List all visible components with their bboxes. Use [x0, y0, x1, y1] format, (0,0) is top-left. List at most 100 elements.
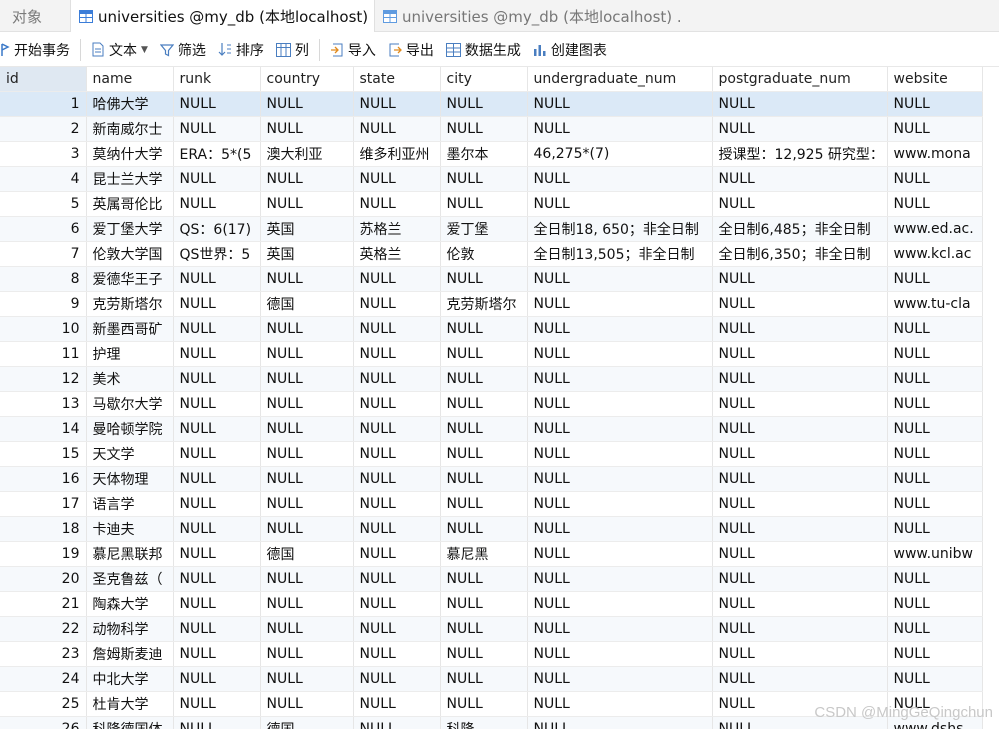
cell-name[interactable]: 爱丁堡大学: [86, 216, 174, 242]
cell-state[interactable]: NULL: [353, 166, 441, 192]
cell-undergraduate-num[interactable]: NULL: [527, 266, 713, 292]
cell-postgraduate-num[interactable]: 全日制6,350；非全日制: [712, 241, 888, 267]
cell-state[interactable]: NULL: [353, 191, 441, 217]
cell-id[interactable]: 2: [0, 116, 87, 142]
sort-button[interactable]: 排序: [212, 36, 270, 64]
cell-undergraduate-num[interactable]: NULL: [527, 291, 713, 317]
table-row[interactable]: 21 陶森大学 NULL NULL NULL NULL NULL NULL NULL: [0, 591, 983, 617]
cell-website[interactable]: NULL: [887, 166, 983, 192]
cell-country[interactable]: NULL: [260, 641, 354, 667]
table-row[interactable]: 23 詹姆斯麦迪 NULL NULL NULL NULL NULL NULL NULL: [0, 641, 983, 667]
cell-undergraduate-num[interactable]: 全日制13,505；非全日制: [527, 241, 713, 267]
table-row[interactable]: 13 马歇尔大学 NULL NULL NULL NULL NULL NULL NULL: [0, 391, 983, 417]
cell-city[interactable]: NULL: [440, 641, 528, 667]
column-header-runk[interactable]: runk: [173, 67, 261, 92]
cell-state[interactable]: NULL: [353, 716, 441, 729]
cell-id[interactable]: 23: [0, 641, 87, 667]
cell-name[interactable]: 天文学: [86, 441, 174, 467]
cell-undergraduate-num[interactable]: NULL: [527, 416, 713, 442]
cell-postgraduate-num[interactable]: NULL: [712, 91, 888, 117]
cell-postgraduate-num[interactable]: NULL: [712, 666, 888, 692]
cell-postgraduate-num[interactable]: NULL: [712, 591, 888, 617]
cell-city[interactable]: 伦敦: [440, 241, 528, 267]
cell-name[interactable]: 天体物理: [86, 466, 174, 492]
cell-id[interactable]: 12: [0, 366, 87, 392]
cell-runk[interactable]: NULL: [173, 91, 261, 117]
cell-name[interactable]: 莫纳什大学: [86, 141, 174, 167]
cell-id[interactable]: 10: [0, 316, 87, 342]
cell-runk[interactable]: NULL: [173, 591, 261, 617]
cell-undergraduate-num[interactable]: NULL: [527, 116, 713, 142]
cell-name[interactable]: 昆士兰大学: [86, 166, 174, 192]
cell-country[interactable]: NULL: [260, 316, 354, 342]
table-row[interactable]: 9 克劳斯塔尔 NULL 德国 NULL 克劳斯塔尔 NULL NULL www.tu-cla: [0, 291, 983, 317]
cell-undergraduate-num[interactable]: NULL: [527, 316, 713, 342]
cell-id[interactable]: 1: [0, 91, 87, 117]
cell-id[interactable]: 5: [0, 191, 87, 217]
cell-postgraduate-num[interactable]: NULL: [712, 191, 888, 217]
cell-name[interactable]: 中北大学: [86, 666, 174, 692]
table-row[interactable]: 8 爱德华王子 NULL NULL NULL NULL NULL NULL NULL: [0, 266, 983, 292]
cell-website[interactable]: NULL: [887, 616, 983, 642]
cell-name[interactable]: 语言学: [86, 491, 174, 517]
cell-undergraduate-num[interactable]: NULL: [527, 591, 713, 617]
cell-website[interactable]: NULL: [887, 466, 983, 492]
table-row[interactable]: 19 慕尼黑联邦 NULL 德国 NULL 慕尼黑 NULL NULL www.unibw: [0, 541, 983, 567]
cell-name[interactable]: 卡迪夫: [86, 516, 174, 542]
cell-country[interactable]: NULL: [260, 166, 354, 192]
cell-postgraduate-num[interactable]: NULL: [712, 641, 888, 667]
cell-id[interactable]: 26: [0, 716, 87, 729]
table-row[interactable]: 15 天文学 NULL NULL NULL NULL NULL NULL NULL: [0, 441, 983, 467]
cell-undergraduate-num[interactable]: NULL: [527, 641, 713, 667]
cell-undergraduate-num[interactable]: NULL: [527, 341, 713, 367]
cell-runk[interactable]: NULL: [173, 266, 261, 292]
cell-runk[interactable]: NULL: [173, 516, 261, 542]
cell-website[interactable]: NULL: [887, 441, 983, 467]
cell-city[interactable]: NULL: [440, 391, 528, 417]
cell-name[interactable]: 动物科学: [86, 616, 174, 642]
cell-city[interactable]: NULL: [440, 366, 528, 392]
cell-runk[interactable]: NULL: [173, 566, 261, 592]
cell-postgraduate-num[interactable]: NULL: [712, 341, 888, 367]
cell-id[interactable]: 4: [0, 166, 87, 192]
cell-id[interactable]: 25: [0, 691, 87, 717]
cell-id[interactable]: 13: [0, 391, 87, 417]
cell-state[interactable]: NULL: [353, 341, 441, 367]
cell-city[interactable]: NULL: [440, 566, 528, 592]
cell-city[interactable]: NULL: [440, 116, 528, 142]
cell-runk[interactable]: NULL: [173, 491, 261, 517]
cell-country[interactable]: 德国: [260, 541, 354, 567]
cell-runk[interactable]: NULL: [173, 316, 261, 342]
cell-runk[interactable]: NULL: [173, 291, 261, 317]
cell-city[interactable]: NULL: [440, 591, 528, 617]
cell-website[interactable]: NULL: [887, 266, 983, 292]
column-header-name[interactable]: name: [86, 67, 174, 92]
table-row[interactable]: 14 曼哈顿学院 NULL NULL NULL NULL NULL NULL NULL: [0, 416, 983, 442]
cell-postgraduate-num[interactable]: NULL: [712, 266, 888, 292]
cell-state[interactable]: NULL: [353, 116, 441, 142]
cell-country[interactable]: NULL: [260, 491, 354, 517]
cell-runk[interactable]: NULL: [173, 116, 261, 142]
cell-undergraduate-num[interactable]: NULL: [527, 391, 713, 417]
cell-undergraduate-num[interactable]: 全日制18, 650；非全日制: [527, 216, 713, 242]
table-row[interactable]: 18 卡迪夫 NULL NULL NULL NULL NULL NULL NULL: [0, 516, 983, 542]
cell-undergraduate-num[interactable]: NULL: [527, 366, 713, 392]
table-row[interactable]: 6 爱丁堡大学 QS：6(17) 英国 苏格兰 爱丁堡 全日制18, 650；非全日制 全日制…: [0, 216, 983, 242]
column-header-state[interactable]: state: [353, 67, 441, 92]
cell-website[interactable]: NULL: [887, 316, 983, 342]
cell-id[interactable]: 22: [0, 616, 87, 642]
cell-state[interactable]: NULL: [353, 691, 441, 717]
cell-state[interactable]: 英格兰: [353, 241, 441, 267]
cell-city[interactable]: NULL: [440, 466, 528, 492]
cell-website[interactable]: NULL: [887, 591, 983, 617]
tab-universities-active[interactable]: universities @my_db (本地localhost) ...: [70, 0, 375, 32]
table-row[interactable]: 7 伦敦大学国 QS世界：5 英国 英格兰 伦敦 全日制13,505；非全日制 全日制6,35…: [0, 241, 983, 267]
cell-undergraduate-num[interactable]: NULL: [527, 466, 713, 492]
cell-state[interactable]: NULL: [353, 616, 441, 642]
cell-postgraduate-num[interactable]: NULL: [712, 416, 888, 442]
cell-id[interactable]: 16: [0, 466, 87, 492]
table-row[interactable]: 22 动物科学 NULL NULL NULL NULL NULL NULL NULL: [0, 616, 983, 642]
cell-id[interactable]: 21: [0, 591, 87, 617]
cell-runk[interactable]: ERA：5*(5: [173, 141, 261, 167]
cell-runk[interactable]: NULL: [173, 341, 261, 367]
